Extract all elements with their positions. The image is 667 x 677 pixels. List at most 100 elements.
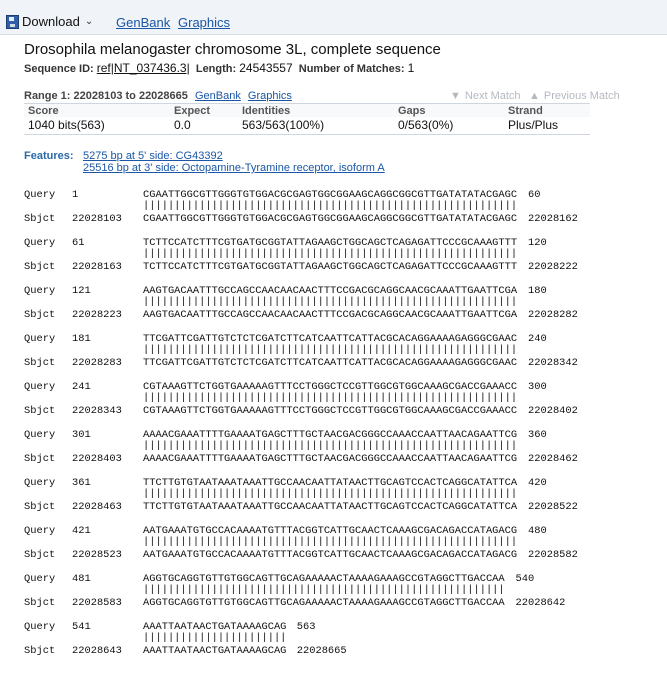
query-end: 300	[528, 381, 547, 393]
subject-sequence: CGTAAAGTTCTGGTGAAAAAGTTTCCTGGGCTCCGTTGGC…	[143, 405, 518, 417]
subject-sequence: TTCGATTCGATTGTCTCTCGATCTTCATCAATTCATTACG…	[143, 357, 518, 369]
subject-start: 22028283	[72, 357, 122, 369]
query-end: 60	[528, 189, 541, 201]
query-label: Query	[24, 621, 56, 633]
subject-start: 22028403	[72, 453, 122, 465]
query-start: 1	[72, 189, 79, 201]
subject-label: Sbjct	[24, 213, 56, 225]
subject-start: 22028163	[72, 261, 122, 273]
query-label: Query	[24, 525, 56, 537]
query-start: 421	[72, 525, 91, 537]
subject-label: Sbjct	[24, 549, 56, 561]
query-end: 480	[528, 525, 547, 537]
alignment-summary-table: Score Expect Identities Gaps Strand 1040…	[24, 103, 590, 135]
next-match-label: Next Match	[464, 90, 521, 102]
subject-sequence: AAATTAATAACTGATAAAAGCAG	[143, 645, 287, 657]
triangle-up-icon: ▲	[529, 90, 540, 102]
match-bars: ||||||||||||||||||||||||||||||||||||||||…	[143, 392, 518, 404]
query-start: 301	[72, 429, 91, 441]
query-end: 540	[515, 573, 535, 585]
query-start: 121	[72, 285, 91, 297]
identities-header: Identities	[238, 103, 394, 117]
query-start: 481	[72, 573, 91, 585]
subject-sequence: AATGAAATGTGCCACAAAATGTTTACGGTCATTGCAACTC…	[143, 549, 518, 561]
subject-sequence: TTCTTGTGTAATAAATAAATTGCCAACAATTATAACTTGC…	[143, 501, 518, 513]
match-bars: ||||||||||||||||||||||||||||||||||||||||…	[143, 536, 518, 548]
subject-end: 22028342	[528, 357, 578, 369]
subject-start: 22028583	[72, 597, 122, 609]
triangle-down-icon: ▼	[450, 90, 461, 102]
query-end: 420	[528, 477, 547, 489]
subject-start: 22028223	[72, 309, 122, 321]
next-match-link[interactable]: ▼ Next Match	[450, 90, 521, 102]
gaps-value: 0/563(0%)	[394, 117, 504, 135]
range-genbank-link[interactable]: GenBank	[195, 90, 241, 102]
query-label: Query	[24, 381, 56, 393]
subject-sequence: AGGTGCAGGTGTTGTGGCAGTTGCAGAAAAACTAAAAGAA…	[143, 597, 505, 609]
match-bars: ||||||||||||||||||||||||||||||||||||||||…	[143, 248, 518, 260]
score-value: 1040 bits(563)	[24, 117, 170, 135]
subject-end: 22028582	[528, 549, 578, 561]
download-label: Download	[22, 14, 80, 29]
length-value: 24543557	[239, 61, 293, 75]
seqid-link[interactable]: ref|NT_037436.3|	[97, 61, 190, 75]
subject-sequence: TCTTCCATCTTTCGTGATGCGGTATTAGAAGCTGGCAGCT…	[143, 261, 518, 273]
query-start: 541	[72, 621, 91, 633]
query-label: Query	[24, 189, 56, 201]
query-label: Query	[24, 429, 56, 441]
graphics-link[interactable]: Graphics	[178, 15, 230, 30]
subject-label: Sbjct	[24, 357, 56, 369]
subject-label: Sbjct	[24, 309, 56, 321]
features-label: Features:	[24, 150, 74, 162]
query-end: 360	[528, 429, 547, 441]
matches-label: Number of Matches:	[298, 63, 405, 75]
download-menu[interactable]: Download ⌄	[6, 14, 97, 29]
subject-start: 22028463	[72, 501, 122, 513]
identities-value: 563/563(100%)	[238, 117, 394, 135]
subject-sequence: AAAACGAAATTTTGAAAATGAGCTTTGCTAACGACGGGCC…	[143, 453, 518, 465]
page-title: Drosophila melanogaster chromosome 3L, c…	[24, 41, 441, 58]
range-graphics-link[interactable]: Graphics	[248, 90, 292, 102]
genbank-link[interactable]: GenBank	[116, 15, 170, 30]
subject-start: 22028643	[72, 645, 122, 657]
previous-match-label: Previous Match	[543, 90, 620, 102]
expect-header: Expect	[170, 103, 238, 117]
subject-label: Sbjct	[24, 453, 56, 465]
gaps-header: Gaps	[394, 103, 504, 117]
subject-label: Sbjct	[24, 597, 56, 609]
query-end: 563	[296, 621, 316, 633]
chevron-down-icon: ⌄	[84, 16, 94, 27]
subject-sequence: AAGTGACAATTTGCCAGCCAACAACAACTTTCCGACGCAG…	[143, 309, 518, 321]
query-label: Query	[24, 285, 56, 297]
subject-end: 22028282	[528, 309, 578, 321]
expect-value: 0.0	[170, 117, 238, 135]
range-label: Range 1: 22028103 to 22028665	[24, 90, 188, 102]
subject-label: Sbjct	[24, 261, 56, 273]
subject-end: 22028522	[528, 501, 578, 513]
subject-end: 22028162	[528, 213, 578, 225]
query-label: Query	[24, 237, 56, 249]
subject-end: 22028402	[528, 405, 578, 417]
toolbar: Download ⌄ GenBank Graphics	[0, 0, 667, 35]
previous-match-link[interactable]: ▲ Previous Match	[529, 90, 620, 102]
subject-label: Sbjct	[24, 501, 56, 513]
query-start: 181	[72, 333, 91, 345]
match-bars: ||||||||||||||||||||||||||||||||||||||||…	[143, 296, 518, 308]
floppy-disk-icon	[6, 14, 19, 29]
subject-end: 22028462	[528, 453, 578, 465]
subject-start: 22028343	[72, 405, 122, 417]
subject-start: 22028523	[72, 549, 122, 561]
matches-value: 1	[407, 61, 415, 75]
match-bars: ||||||||||||||||||||||||||||||||||||||||…	[143, 200, 518, 212]
match-bars: ||||||||||||||||||||||||||||||||||||||||…	[143, 584, 505, 596]
range-header: Range 1: 22028103 to 22028665 GenBank Gr…	[24, 90, 292, 102]
feature-link-3prime[interactable]: 25516 bp at 3' side: Octopamine-Tyramine…	[83, 162, 385, 174]
feature-link-5prime[interactable]: 5275 bp at 5' side: CG43392	[83, 150, 223, 162]
query-label: Query	[24, 333, 56, 345]
strand-header: Strand	[504, 103, 590, 117]
match-bars: |||||||||||||||||||||||	[143, 632, 287, 644]
subject-label: Sbjct	[24, 405, 56, 417]
subject-start: 22028103	[72, 213, 122, 225]
subject-end: 22028642	[515, 597, 566, 609]
subject-label: Sbjct	[24, 645, 56, 657]
